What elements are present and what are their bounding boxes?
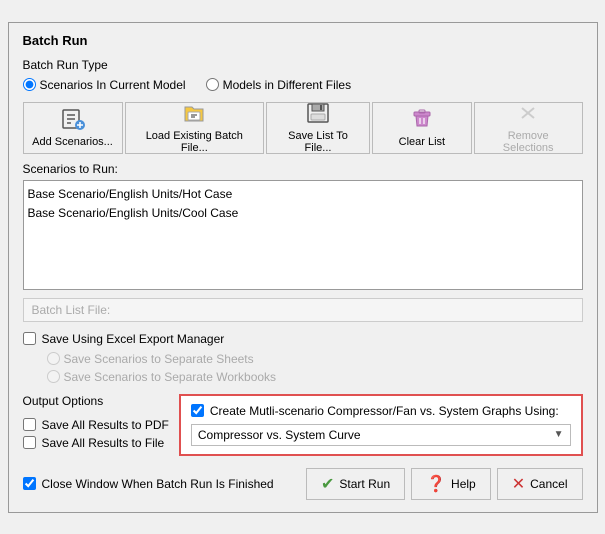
list-item: Base Scenario/English Units/Hot Case [28,185,578,204]
add-scenarios-button[interactable]: Add Scenarios... [23,102,123,154]
radio-workbooks-label: Save Scenarios to Separate Workbooks [64,370,277,384]
footer: Close Window When Batch Run Is Finished … [23,468,583,500]
start-run-label: Start Run [339,477,390,491]
save-file-checkbox[interactable] [23,436,36,449]
save-list-button[interactable]: Save List To File... [266,102,370,154]
dropdown-arrow-icon: ▼ [554,429,564,440]
add-scenarios-label: Add Scenarios... [32,136,113,148]
output-options-left: Output Options Save All Results to PDF S… [23,394,169,450]
clear-list-label: Clear List [399,136,445,148]
cancel-label: Cancel [530,477,567,491]
batch-list-file: Batch List File: [23,298,583,322]
radio-separate-workbooks: Save Scenarios to Separate Workbooks [47,370,583,384]
save-pdf-label: Save All Results to PDF [42,418,169,432]
load-batch-icon [182,102,206,127]
radio-separate-sheets: Save Scenarios to Separate Sheets [47,352,583,366]
save-file-row: Save All Results to File [23,436,169,450]
radio-models-label: Models in Different Files [223,78,352,92]
save-pdf-row: Save All Results to PDF [23,418,169,432]
output-section: Output Options Save All Results to PDF S… [23,394,583,456]
list-item: Base Scenario/English Units/Cool Case [28,204,578,223]
save-pdf-checkbox[interactable] [23,418,36,431]
footer-buttons: ✔ Start Run ❓ Help ✕ Cancel [306,468,582,500]
radio-scenarios[interactable]: Scenarios In Current Model [23,78,186,92]
save-list-label: Save List To File... [275,130,361,154]
save-file-label: Save All Results to File [42,436,165,450]
radio-scenarios-label: Scenarios In Current Model [40,78,186,92]
help-button[interactable]: ❓ Help [411,468,491,500]
load-batch-label: Load Existing Batch File... [134,130,256,154]
save-excel-checkbox[interactable] [23,332,36,345]
output-options-label: Output Options [23,394,169,408]
graph-type-dropdown[interactable]: Compressor vs. System Curve ▼ [191,424,571,446]
footer-left: Close Window When Batch Run Is Finished [23,477,274,491]
dialog-title: Batch Run [23,33,583,48]
create-multi-row: Create Mutli-scenario Compressor/Fan vs.… [191,404,571,418]
clear-list-icon [410,108,434,133]
close-window-checkbox[interactable] [23,477,36,490]
help-label: Help [451,477,476,491]
create-multi-checkbox[interactable] [191,404,204,417]
batch-run-type-group: Scenarios In Current Model Models in Dif… [23,78,583,92]
radio-sheets-label: Save Scenarios to Separate Sheets [64,352,254,366]
start-run-icon: ✔ [321,474,334,494]
radio-models[interactable]: Models in Different Files [206,78,352,92]
save-list-icon [306,102,330,127]
excel-radio-group: Save Scenarios to Separate Sheets Save S… [47,352,583,384]
scenarios-label: Scenarios to Run: [23,162,583,176]
create-multi-label: Create Mutli-scenario Compressor/Fan vs.… [210,404,559,418]
remove-selections-label: Remove Selections [483,130,574,154]
batch-run-dialog: Batch Run Batch Run Type Scenarios In Cu… [8,22,598,513]
clear-list-button[interactable]: Clear List [372,102,472,154]
start-run-button[interactable]: ✔ Start Run [306,468,405,500]
cancel-icon: ✕ [512,474,525,494]
scenarios-box: Base Scenario/English Units/Hot Case Bas… [23,180,583,290]
remove-selections-icon [516,102,540,127]
help-icon: ❓ [426,474,446,494]
remove-selections-button[interactable]: Remove Selections [474,102,583,154]
toolbar: Add Scenarios... Load Existing Batch Fil… [23,102,583,154]
close-window-label: Close Window When Batch Run Is Finished [42,477,274,491]
load-batch-button[interactable]: Load Existing Batch File... [125,102,265,154]
dropdown-value: Compressor vs. System Curve [198,428,361,442]
cancel-button[interactable]: ✕ Cancel [497,468,583,500]
add-scenarios-icon [61,108,85,133]
save-excel-label: Save Using Excel Export Manager [42,332,225,346]
save-excel-row: Save Using Excel Export Manager [23,332,583,346]
create-multi-panel: Create Mutli-scenario Compressor/Fan vs.… [179,394,583,456]
batch-run-type-label: Batch Run Type [23,58,583,72]
